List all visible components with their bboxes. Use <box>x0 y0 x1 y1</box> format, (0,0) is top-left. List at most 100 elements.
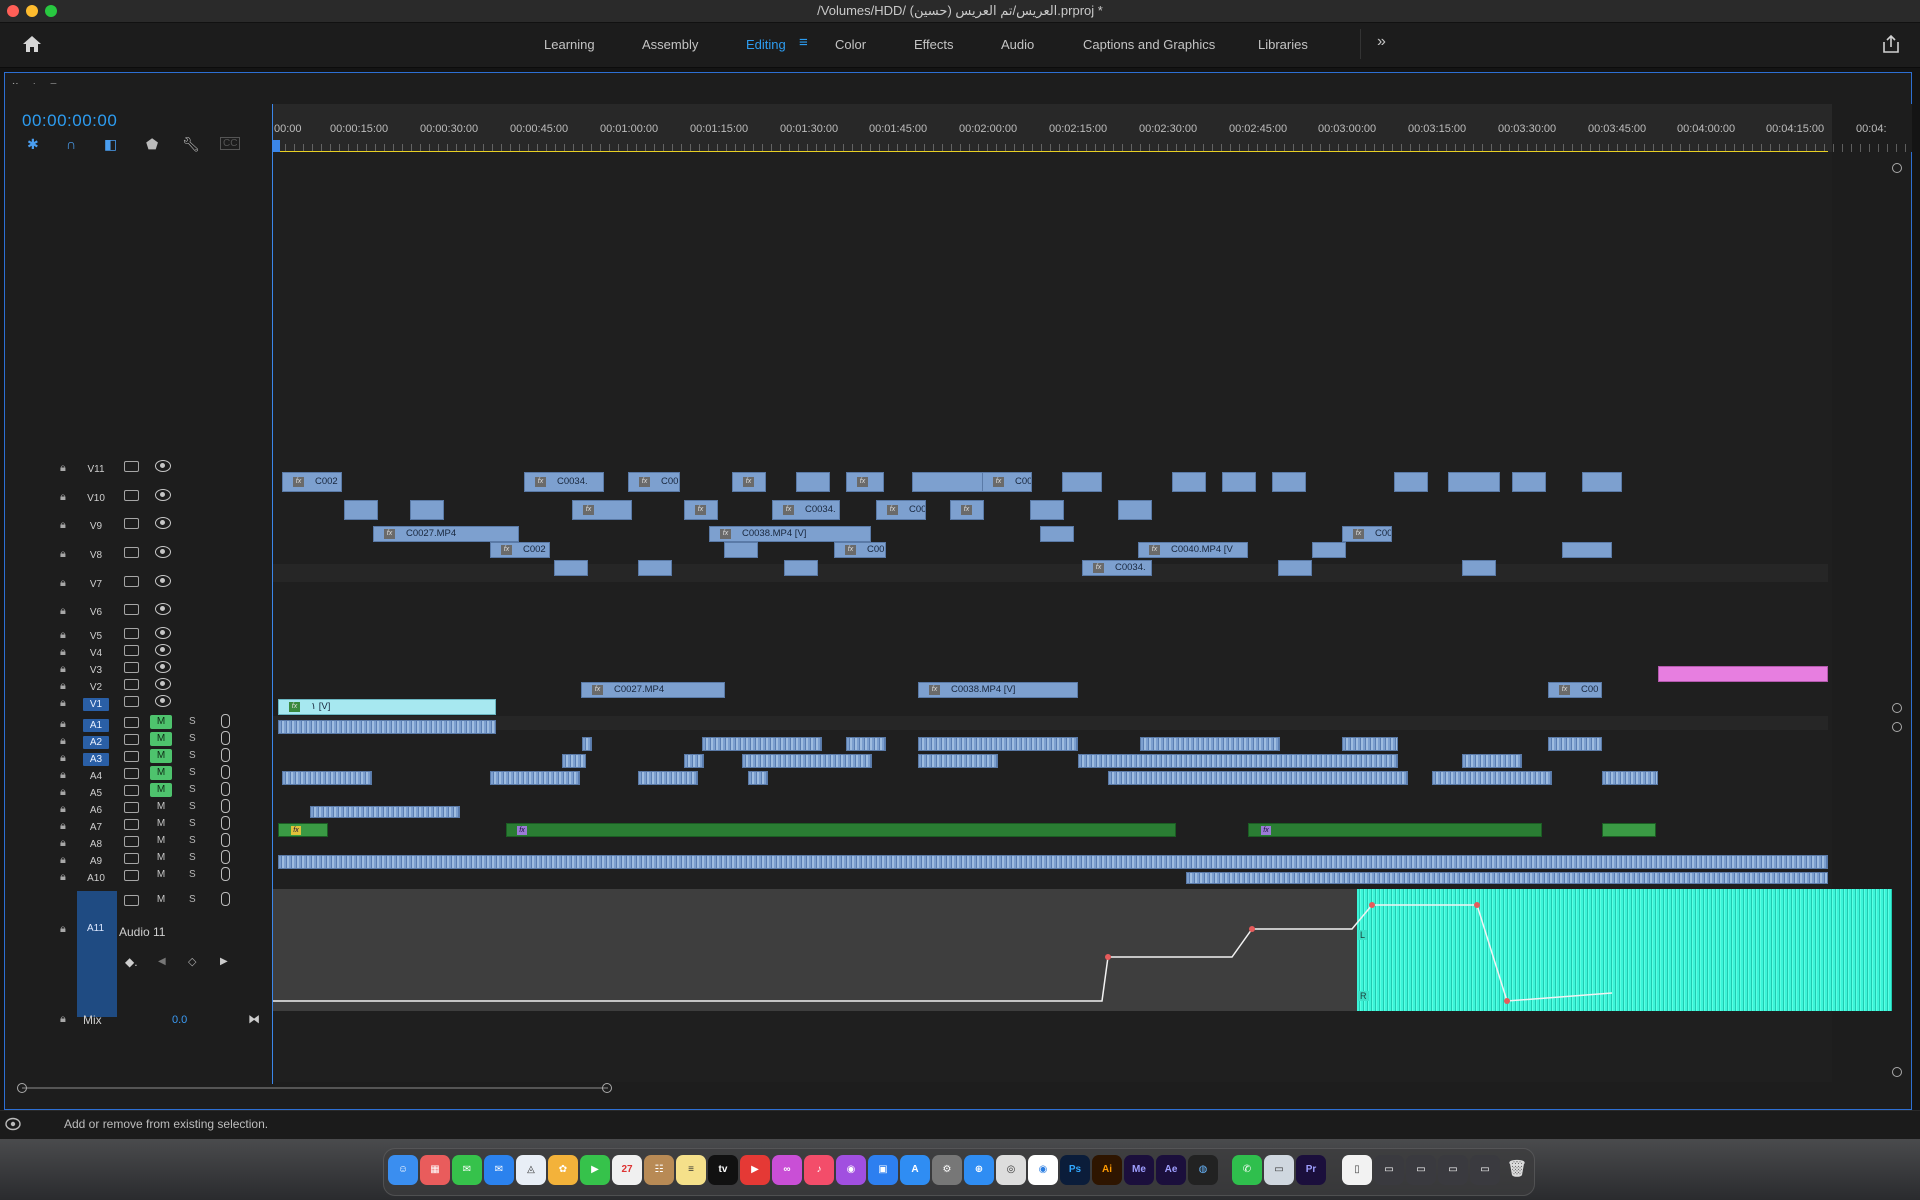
eye-icon[interactable] <box>155 489 171 501</box>
audio-clip-effect[interactable]: fx <box>1248 823 1542 837</box>
sync-lock-icon[interactable] <box>124 751 139 762</box>
facetime-icon[interactable]: ▶ <box>580 1155 610 1185</box>
vertical-scroll-knob[interactable] <box>1892 722 1902 732</box>
clip[interactable] <box>1562 542 1612 558</box>
tab-effects[interactable]: Effects <box>914 37 954 52</box>
creative-cloud-app-icon[interactable]: ∞ <box>772 1155 802 1185</box>
messages-icon[interactable]: ✉ <box>452 1155 482 1185</box>
audio-clip[interactable] <box>1108 771 1408 785</box>
sync-lock-icon[interactable] <box>124 518 139 529</box>
clip[interactable] <box>1030 500 1064 520</box>
lock-icon[interactable]: 🔒︎ <box>60 519 66 532</box>
sync-lock-icon[interactable] <box>124 696 139 707</box>
sync-lock-icon[interactable] <box>124 662 139 673</box>
maps-icon[interactable]: ◬ <box>516 1155 546 1185</box>
audio-clip[interactable] <box>1548 737 1602 751</box>
clip[interactable] <box>1040 526 1074 542</box>
mix-value[interactable]: 0.0 <box>172 1014 187 1026</box>
zoom-icon[interactable]: ▣ <box>868 1155 898 1185</box>
sync-lock-icon[interactable] <box>124 576 139 587</box>
clip[interactable] <box>1222 472 1256 492</box>
clip[interactable]: fx C0040.MP4 [V <box>1138 542 1248 558</box>
audio-clip[interactable] <box>282 771 372 785</box>
audio-clip-effect[interactable]: fx <box>506 823 1176 837</box>
clip[interactable] <box>410 500 444 520</box>
photos-icon[interactable]: ✿ <box>548 1155 578 1185</box>
vertical-scroll-knob[interactable] <box>1892 163 1902 173</box>
audio-clip[interactable] <box>1432 771 1552 785</box>
audio-clip-effect[interactable]: fx <box>278 823 328 837</box>
audio-clip[interactable] <box>1602 771 1658 785</box>
sync-lock-icon[interactable] <box>124 628 139 639</box>
mic-icon[interactable] <box>221 816 230 830</box>
clip[interactable]: fx <box>572 500 632 520</box>
clip[interactable] <box>784 560 818 576</box>
clip[interactable] <box>1118 500 1152 520</box>
solo-button[interactable]: S <box>189 852 196 863</box>
mix-go-to-end-icon[interactable]: ⧓ <box>248 1012 260 1026</box>
horizontal-scrollbar[interactable] <box>22 1087 608 1089</box>
tab-assembly[interactable]: Assembly <box>642 37 698 52</box>
illustrator-icon[interactable]: Ai <box>1092 1155 1122 1185</box>
lock-icon[interactable]: 🔒︎ <box>60 605 66 618</box>
clip[interactable]: fx C0027.MP4 <box>373 526 519 542</box>
mic-icon[interactable] <box>221 867 230 881</box>
clip[interactable] <box>1512 472 1546 492</box>
lock-icon[interactable]: 🔒︎ <box>60 923 66 936</box>
audio-clip[interactable] <box>278 720 496 734</box>
clip[interactable] <box>344 500 378 520</box>
mic-icon[interactable] <box>221 731 230 745</box>
mute-button[interactable]: M <box>150 868 172 882</box>
mute-button[interactable]: M <box>150 800 172 814</box>
sync-lock-icon[interactable] <box>124 895 139 906</box>
solo-button[interactable]: S <box>189 818 196 829</box>
clip[interactable] <box>554 560 588 576</box>
sync-lock-icon[interactable] <box>124 870 139 881</box>
track-target-v9[interactable]: V9 <box>83 520 109 533</box>
audio-clip[interactable] <box>490 771 580 785</box>
whatsapp-icon[interactable]: ✆ <box>1232 1155 1262 1185</box>
system-settings-icon[interactable]: ⚙ <box>932 1155 962 1185</box>
eye-icon[interactable] <box>155 644 171 656</box>
audio-clip[interactable] <box>846 737 886 751</box>
finder-icon[interactable]: ☺ <box>388 1155 418 1185</box>
creative-cloud-icon[interactable] <box>5 1117 21 1131</box>
clip[interactable]: fx C00 <box>876 500 926 520</box>
clip[interactable]: fx C002 <box>490 542 550 558</box>
lock-icon[interactable]: 🔒︎ <box>60 577 66 590</box>
next-keyframe-icon[interactable]: ▶ <box>220 956 228 967</box>
track-target-v8[interactable]: V8 <box>83 549 109 562</box>
audio-clip-long[interactable] <box>1186 872 1828 884</box>
solo-button[interactable]: S <box>189 801 196 812</box>
clip[interactable]: fx C0034. <box>524 472 604 492</box>
track-target-v6[interactable]: V6 <box>83 606 109 619</box>
apple-tv-icon[interactable]: tv <box>708 1155 738 1185</box>
audio-clip[interactable] <box>582 737 592 751</box>
previous-keyframe-icon[interactable]: ◀ <box>158 956 166 967</box>
clip[interactable]: fx C00 <box>834 542 886 558</box>
vertical-scroll-knob[interactable] <box>1892 703 1902 713</box>
audio-clip-effect[interactable] <box>1602 823 1656 837</box>
clip[interactable] <box>1062 472 1102 492</box>
window-thumbnail-icon[interactable]: ▭ <box>1438 1155 1468 1185</box>
lock-icon[interactable]: 🔒︎ <box>60 871 66 884</box>
sync-lock-icon[interactable] <box>124 490 139 501</box>
track-target-a11[interactable]: A11 <box>87 923 104 934</box>
clip-v1[interactable]: fx ١ [V] <box>278 699 496 715</box>
sync-lock-icon[interactable] <box>124 645 139 656</box>
track-target-v1[interactable]: V1 <box>83 698 109 711</box>
audio-clip-long[interactable] <box>278 855 1828 869</box>
vertical-scroll-knob[interactable] <box>1892 1067 1902 1077</box>
sync-lock-icon[interactable] <box>124 819 139 830</box>
eye-icon[interactable] <box>155 546 171 558</box>
sync-lock-icon[interactable] <box>124 717 139 728</box>
solo-button[interactable]: S <box>189 750 196 761</box>
clip[interactable]: fx C0034. <box>1082 560 1152 576</box>
mute-button[interactable]: M <box>150 834 172 848</box>
music-icon[interactable]: ♪ <box>804 1155 834 1185</box>
audio-clip[interactable] <box>748 771 768 785</box>
clip[interactable] <box>1582 472 1622 492</box>
preview-icon[interactable]: ◎ <box>996 1155 1026 1185</box>
clip[interactable]: fx C00 <box>1342 526 1392 542</box>
eye-icon[interactable] <box>155 627 171 639</box>
